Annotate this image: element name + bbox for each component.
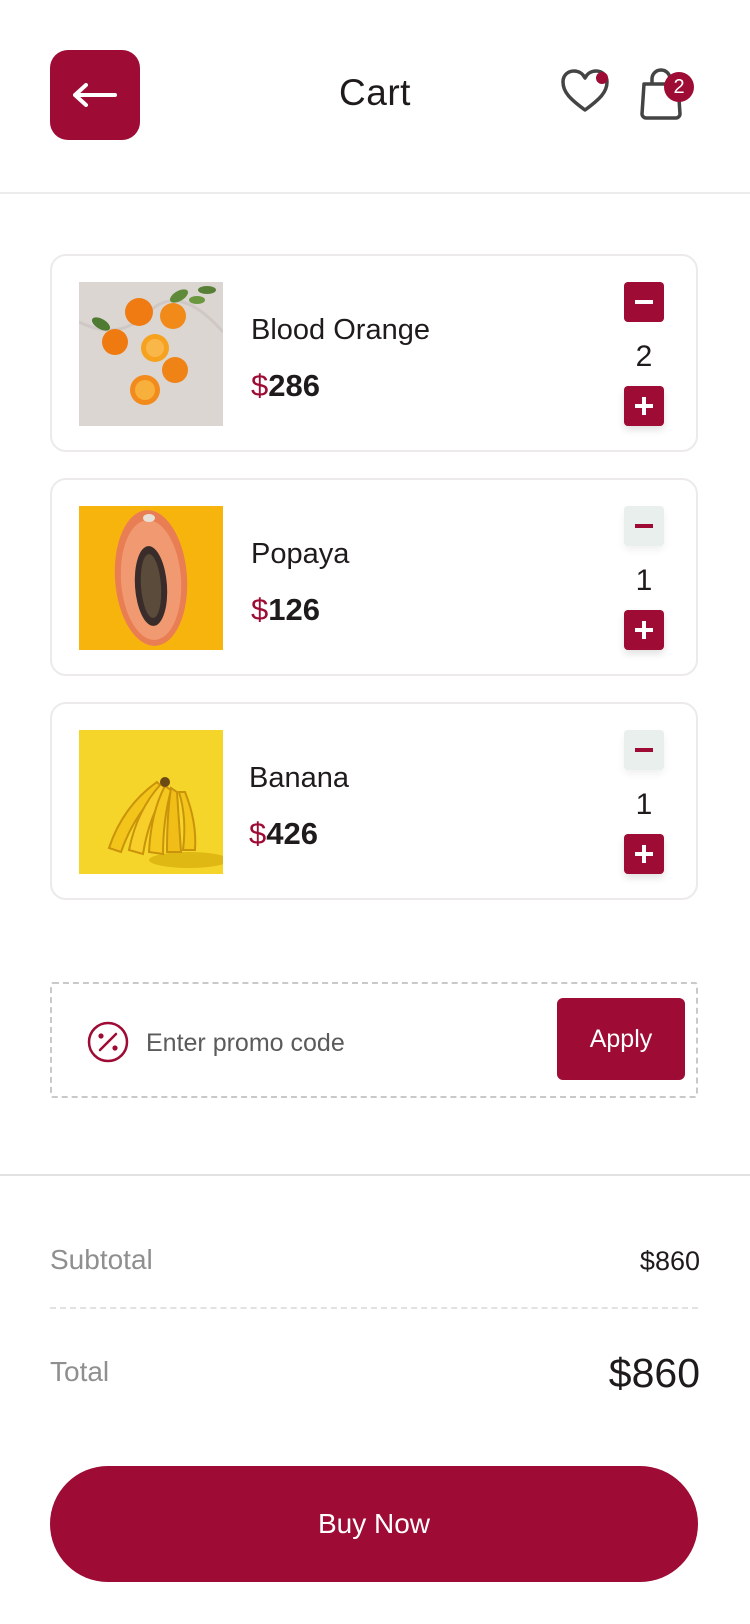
minus-icon [635,524,653,528]
currency-symbol: $ [249,816,267,851]
decrease-quantity-button[interactable] [624,506,664,546]
decrease-quantity-button[interactable] [624,282,664,322]
notification-dot [596,72,608,84]
percent-badge-icon [87,1021,129,1063]
apply-button[interactable]: Apply [557,998,685,1080]
plus-icon [635,621,653,639]
price-value: 286 [268,368,320,403]
total-label: Total [50,1356,110,1387]
item-price: $126 [251,592,320,628]
plus-icon [635,845,653,863]
minus-icon [635,748,653,752]
currency-symbol: $ [251,368,269,403]
quantity-value: 2 [635,340,653,373]
cart-count-badge: 2 [664,72,694,102]
currency-symbol: $ [251,592,269,627]
item-image-blood-orange [79,282,223,426]
cart-item: Popaya $126 1 [50,478,698,676]
quantity-value: 1 [635,788,653,821]
quantity-value: 1 [635,564,653,597]
plus-icon [635,397,653,415]
item-price: $286 [251,368,320,404]
cart-item: Blood Orange $286 2 [50,254,698,452]
increase-quantity-button[interactable] [624,610,664,650]
subtotal-value: $860 [639,1246,700,1276]
item-price: $426 [249,816,318,852]
buy-now-button[interactable]: Buy Now [50,1466,698,1582]
decrease-quantity-button[interactable] [624,730,664,770]
summary-dashed-divider [50,1307,698,1309]
increase-quantity-button[interactable] [624,834,664,874]
header-bar: Cart 2 [0,0,750,194]
increase-quantity-button[interactable] [624,386,664,426]
promo-code-box: Apply [50,982,698,1098]
price-value: 426 [266,816,318,851]
item-name: Banana [249,762,349,794]
wishlist-button[interactable] [560,68,614,122]
cart-button[interactable]: 2 [638,66,698,124]
item-image-popaya [79,506,223,650]
item-name: Blood Orange [251,314,430,346]
subtotal-label: Subtotal [50,1244,153,1275]
promo-code-input[interactable] [144,1020,528,1066]
total-value: $860 [608,1350,700,1396]
item-name: Popaya [251,538,350,570]
cart-item: Banana $426 1 [50,702,698,900]
item-image-banana [79,730,223,874]
price-value: 126 [268,592,320,627]
minus-icon [635,300,653,304]
